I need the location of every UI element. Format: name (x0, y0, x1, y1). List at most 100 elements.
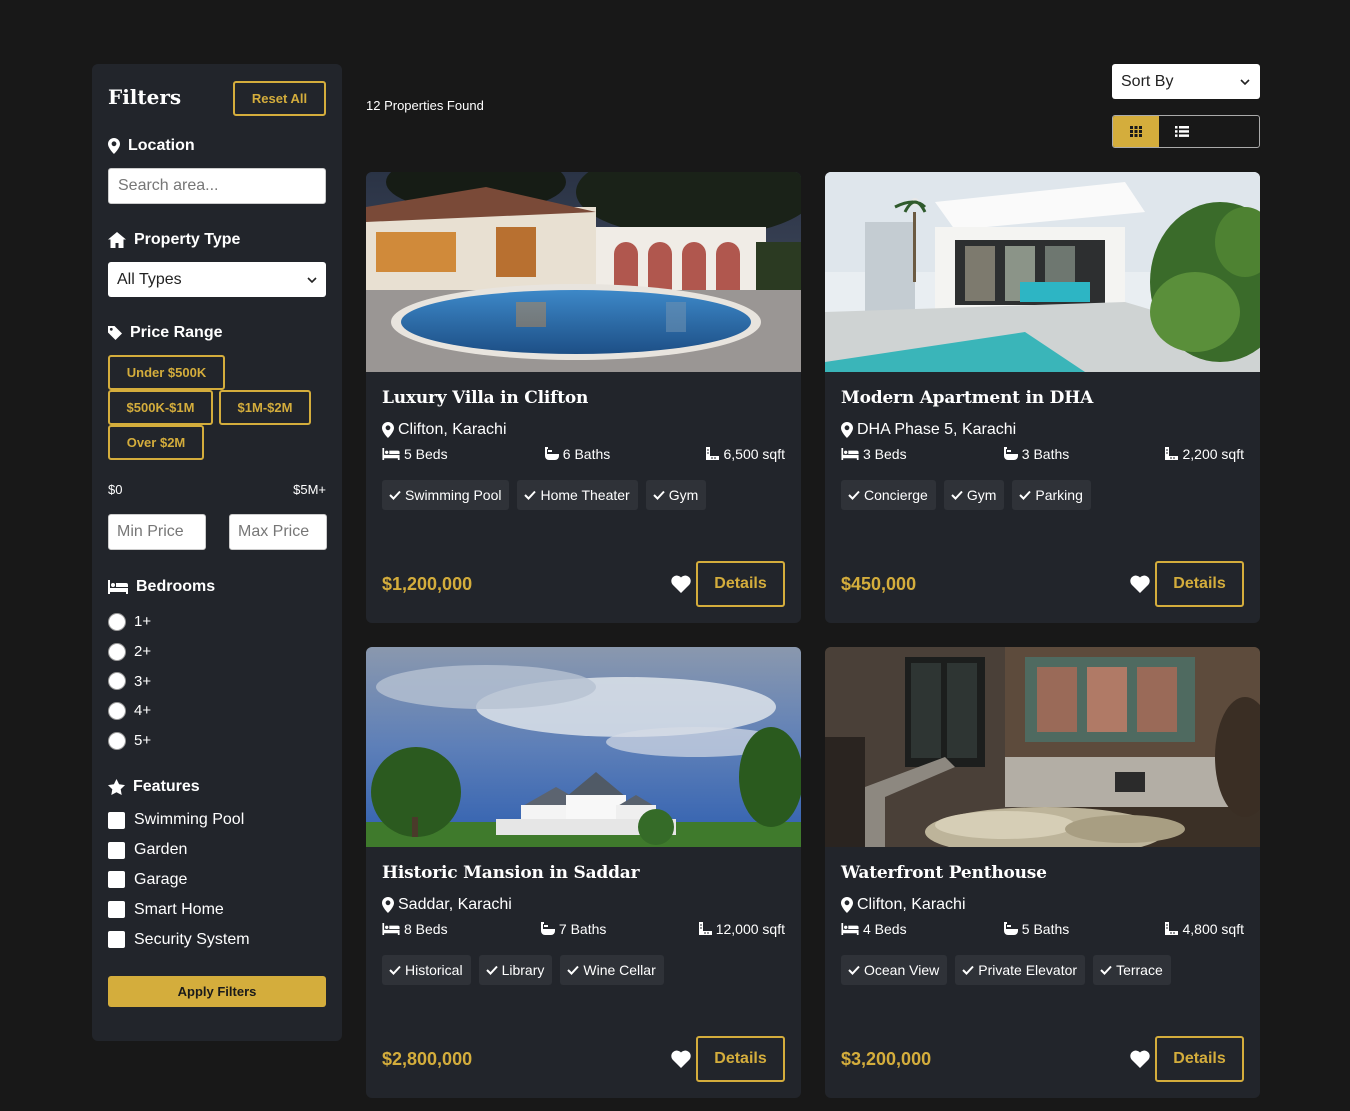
bedroom-option[interactable]: 5+ (108, 726, 326, 756)
check-icon (389, 490, 401, 500)
feature-option[interactable]: Security System (108, 925, 326, 955)
property-location-text: Clifton, Karachi (857, 895, 966, 913)
price-chip-1m-2m[interactable]: $1M-$2M (219, 390, 311, 425)
feature-option[interactable]: Smart Home (108, 895, 326, 925)
baths-spec: 5 Baths (1003, 920, 1069, 937)
bedroom-option[interactable]: 1+ (108, 607, 326, 637)
checkbox[interactable] (108, 841, 125, 859)
checkbox[interactable] (108, 811, 125, 829)
details-button[interactable]: Details (696, 561, 785, 607)
price-chip-over-2m[interactable]: Over $2M (108, 425, 204, 460)
details-button[interactable]: Details (696, 1036, 785, 1082)
filters-header: Filters Reset All (108, 80, 326, 116)
reset-all-button[interactable]: Reset All (233, 80, 326, 116)
features-label: Features (108, 777, 326, 797)
property-title[interactable]: Waterfront Penthouse (841, 863, 1244, 885)
feature-tag: Swimming Pool (382, 480, 510, 510)
property-type-value: All Types (117, 270, 182, 288)
results-count: 12 Properties Found (366, 98, 484, 113)
location-search-input[interactable] (108, 168, 326, 204)
sort-by-select[interactable]: Sort By (1112, 64, 1260, 99)
filters-title: Filters (108, 85, 182, 109)
bath-icon (1003, 921, 1018, 935)
property-location: DHA Phase 5, Karachi (841, 420, 1244, 439)
ruler-icon (698, 922, 712, 935)
bed-icon (382, 922, 400, 935)
map-pin-icon (841, 896, 853, 913)
card-footer: $450,000 Details (841, 561, 1244, 607)
feature-option-label: Smart Home (134, 900, 224, 918)
beds-text: 5 Beds (404, 445, 448, 462)
filters-sidebar: Filters Reset All Location Property Type… (92, 64, 342, 1041)
property-title[interactable]: Luxury Villa in Clifton (382, 388, 785, 410)
radio-button[interactable] (108, 642, 126, 661)
property-image[interactable] (825, 172, 1260, 372)
apply-filters-button[interactable]: Apply Filters (108, 976, 326, 1008)
bedroom-option[interactable]: 4+ (108, 696, 326, 726)
baths-text: 5 Baths (1021, 920, 1070, 937)
check-icon (653, 490, 665, 500)
feature-option[interactable]: Swimming Pool (108, 805, 326, 835)
property-location: Clifton, Karachi (841, 895, 1244, 914)
heart-icon[interactable] (671, 1050, 691, 1068)
map-pin-icon (382, 896, 394, 913)
bedroom-option[interactable]: 2+ (108, 637, 326, 667)
property-type-select[interactable]: All Types (108, 262, 326, 297)
feature-tag: Concierge (841, 480, 936, 510)
property-tags: Ocean View Private Elevator Terrace (841, 955, 1244, 985)
property-tags: Swimming Pool Home Theater Gym (382, 480, 785, 510)
baths-text: 7 Baths (558, 920, 607, 937)
card-footer: $1,200,000 Details (382, 561, 785, 607)
property-title[interactable]: Historic Mansion in Saddar (382, 863, 785, 885)
checkbox[interactable] (108, 871, 125, 889)
details-button[interactable]: Details (1155, 561, 1244, 607)
property-image[interactable] (825, 647, 1260, 847)
feature-option[interactable]: Garage (108, 865, 326, 895)
baths-text: 6 Baths (562, 445, 611, 462)
feature-option[interactable]: Garden (108, 835, 326, 865)
feature-tag-text: Parking (1035, 487, 1083, 503)
feature-tag-text: Ocean View (864, 962, 940, 978)
baths-spec: 3 Baths (1003, 445, 1069, 462)
ruler-icon (706, 447, 720, 460)
grid-view-button[interactable] (1113, 116, 1159, 147)
property-image[interactable] (366, 172, 801, 372)
feature-tag-text: Historical (405, 962, 463, 978)
property-image[interactable] (366, 647, 801, 847)
check-icon (951, 490, 963, 500)
check-icon (389, 965, 401, 975)
bedroom-option-label: 5+ (134, 732, 152, 750)
radio-button[interactable] (108, 612, 126, 631)
check-icon (1019, 490, 1032, 500)
min-price-input[interactable] (108, 514, 206, 550)
property-title[interactable]: Modern Apartment in DHA (841, 388, 1244, 410)
heart-icon[interactable] (1130, 575, 1150, 593)
card-actions: Details (1130, 1036, 1244, 1082)
ruler-icon (1165, 922, 1179, 935)
radio-button[interactable] (108, 672, 126, 691)
price-chip-under-500k[interactable]: Under $500K (108, 355, 225, 390)
bedrooms-options: 1+ 2+ 3+ 4+ 5+ (108, 607, 326, 755)
property-location: Saddar, Karachi (382, 895, 785, 914)
price-chips: Under $500K $500K-$1M $1M-$2M Over $2M (108, 355, 326, 460)
list-view-button[interactable] (1159, 116, 1205, 147)
max-price-input[interactable] (229, 514, 327, 550)
chevron-down-icon (307, 276, 317, 283)
bedrooms-label-text: Bedrooms (136, 578, 216, 595)
checkbox[interactable] (108, 931, 125, 949)
bedroom-option-label: 1+ (134, 613, 152, 631)
price-chip-500k-1m[interactable]: $500K-$1M (108, 390, 213, 425)
bed-icon (841, 447, 859, 460)
checkbox[interactable] (108, 901, 125, 919)
feature-tag-text: Concierge (864, 487, 928, 503)
area-text: 12,000 sqft (715, 920, 785, 937)
radio-button[interactable] (108, 731, 126, 750)
feature-tag-text: Wine Cellar (583, 962, 656, 978)
bedroom-option[interactable]: 3+ (108, 666, 326, 696)
card-footer: $3,200,000 Details (841, 1036, 1244, 1082)
map-pin-icon (382, 421, 394, 438)
heart-icon[interactable] (671, 575, 691, 593)
details-button[interactable]: Details (1155, 1036, 1244, 1082)
radio-button[interactable] (108, 701, 126, 720)
heart-icon[interactable] (1130, 1050, 1150, 1068)
